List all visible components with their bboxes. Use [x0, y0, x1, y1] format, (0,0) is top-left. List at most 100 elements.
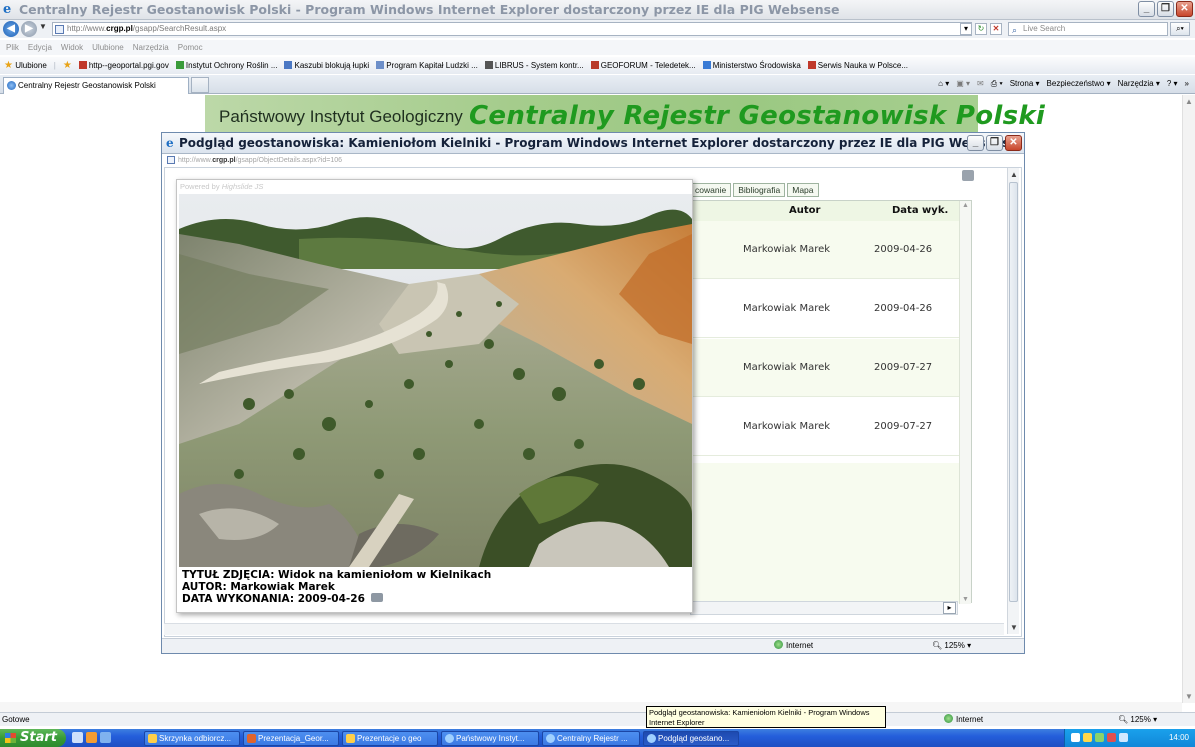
taskbar-item-mail[interactable]: Skrzynka odbiorcz... — [144, 731, 240, 746]
feeds-icon[interactable]: ▣ ▾ — [956, 77, 970, 91]
mail-icon[interactable]: ✉ — [977, 77, 984, 91]
add-favorite-icon[interactable]: ★ — [63, 57, 72, 74]
search-go-button[interactable]: ⌕▾ — [1170, 22, 1190, 36]
table-row[interactable]: Markowiak Marek 2009-04-26 — [691, 221, 959, 279]
strona-menu[interactable]: Strona ▾ — [1010, 77, 1040, 91]
favorite-link-6[interactable]: GEOFORUM - Teledetek... — [590, 57, 696, 74]
favorite-link-3[interactable]: Kaszubi blokują łupki — [284, 57, 369, 74]
address-dropdown-icon[interactable]: ▾ — [960, 23, 972, 35]
zoom-control[interactable]: 🔍︎ 125% ▾ — [1118, 713, 1157, 726]
popup-minimize-button[interactable]: _ — [967, 135, 984, 151]
taskbar-item-crgp[interactable]: Centralny Rejestr ... — [542, 731, 640, 746]
photo-viewer[interactable]: Powered by Highslide JS TYTUŁ ZDJĘCIA: W… — [176, 179, 693, 613]
popup-security-zone[interactable]: Internet — [774, 639, 813, 653]
page-hscroll[interactable] — [0, 702, 1182, 712]
tray-security-icon[interactable] — [1095, 733, 1104, 742]
popup-hscroll[interactable] — [164, 623, 1004, 635]
taskbar-item-pig[interactable]: Państwowy Instyt... — [441, 731, 539, 746]
menu-plik[interactable]: Plik — [6, 40, 19, 55]
minimize-button[interactable]: _ — [1138, 1, 1155, 17]
table-row[interactable]: Markowiak Marek 2009-07-27 — [691, 339, 959, 397]
taskbar-item-presentation-1[interactable]: Prezentacja_Geor... — [243, 731, 339, 746]
taskbar-item-podglad[interactable]: Podgląd geostano... — [643, 731, 739, 746]
header-data[interactable]: Data wyk. — [892, 201, 948, 221]
address-input[interactable]: http://www.crgp.pl/gsapp/SearchResult.as… — [52, 22, 972, 36]
quarry-photo[interactable] — [179, 194, 692, 567]
scroll-down-icon[interactable]: ▼ — [1185, 692, 1193, 701]
clock[interactable]: 14:00 — [1169, 729, 1189, 747]
menu-edycja[interactable]: Edycja — [28, 40, 52, 55]
popup-close-button[interactable]: ✕ — [1005, 135, 1022, 151]
tray-help-icon[interactable] — [1071, 733, 1080, 742]
favorite-link-5[interactable]: LIBRUS - System kontr... — [484, 57, 584, 74]
favorite-link-1[interactable]: http--geoportal.pgi.gov — [78, 57, 169, 74]
quicklaunch-explorer-icon[interactable] — [100, 732, 111, 743]
popup-maximize-button[interactable]: ❐ — [986, 135, 1003, 151]
favorite-link-7[interactable]: Ministerstwo Środowiska — [702, 57, 801, 74]
popup-zoom-control[interactable]: 🔍︎ 125% ▾ — [932, 639, 971, 653]
print-icon[interactable] — [962, 170, 974, 181]
narzedzia-menu[interactable]: Narzędzia ▾ — [1118, 77, 1160, 91]
photo-date: DATA WYKONANIA: 2009-04-26 — [182, 593, 365, 605]
print-icon[interactable]: ⎙ ▾ — [991, 77, 1003, 91]
start-button[interactable]: Start — [0, 729, 66, 747]
table-hscroll[interactable]: ▸ — [690, 601, 958, 615]
menu-narzedzia[interactable]: Narzędzia — [133, 40, 169, 55]
scroll-up-icon[interactable]: ▲ — [1185, 97, 1193, 106]
favorite-link-8[interactable]: Serwis Nauka w Polsce... — [807, 57, 908, 74]
quicklaunch-ie-icon[interactable] — [72, 732, 83, 743]
popup-window: e Podgląd geostanowiska: Kamieniołom Kie… — [161, 132, 1025, 654]
maximize-button[interactable]: ❐ — [1157, 1, 1174, 17]
taskbar: Start Skrzynka odbiorcz... Prezentacja_G… — [0, 729, 1195, 747]
scroll-thumb[interactable] — [1009, 182, 1018, 602]
tab-opracowanie[interactable]: cowanie — [690, 183, 732, 197]
print-icon[interactable] — [370, 593, 383, 602]
tab-crgp[interactable]: Centralny Rejestr Geostanowisk Polski — [3, 77, 189, 94]
table-row[interactable]: Markowiak Marek 2009-04-26 — [691, 280, 959, 338]
quicklaunch-firefox-icon[interactable] — [86, 732, 97, 743]
window-titlebar: e Centralny Rejestr Geostanowisk Polski … — [0, 0, 1195, 20]
menu-bar: Plik Edycja Widok Ulubione Narzędzia Pom… — [0, 40, 1195, 55]
chevron-more-icon[interactable]: » — [1185, 77, 1189, 91]
favorite-link-4[interactable]: Program Kapitał Ludzki ... — [376, 57, 478, 74]
tray-volume-icon[interactable] — [1119, 733, 1128, 742]
security-zone[interactable]: Internet — [944, 713, 983, 726]
popup-titlebar: e Podgląd geostanowiska: Kamieniołom Kie… — [162, 133, 1024, 154]
taskbar-item-folder[interactable]: Prezentacje o geo — [342, 731, 438, 746]
tray-network-icon[interactable] — [1083, 733, 1092, 742]
tab-bibliografia[interactable]: Bibliografia — [733, 183, 786, 197]
favorite-link-2[interactable]: Instytut Ochrony Roślin ... — [175, 57, 277, 74]
bezpieczenstwo-menu[interactable]: Bezpieczeństwo ▾ — [1047, 77, 1111, 91]
ie-logo-icon: e — [166, 136, 174, 150]
scroll-right-icon[interactable]: ▸ — [943, 602, 956, 614]
search-icon: ⌕ — [1012, 25, 1018, 35]
scroll-down-icon[interactable]: ▼ — [962, 596, 969, 603]
page-scrollbar[interactable]: ▲ ▼ — [1182, 95, 1195, 703]
help-icon[interactable]: ? ▾ — [1167, 77, 1178, 91]
popup-scrollbar[interactable]: ▲ ▼ — [1007, 168, 1019, 634]
table-row[interactable]: Markowiak Marek 2009-07-27 — [691, 398, 959, 456]
history-dropdown-icon[interactable]: ▼ — [39, 22, 47, 31]
table-scrollbar[interactable]: ▲ ▼ — [959, 201, 971, 604]
close-button[interactable]: ✕ — [1176, 1, 1193, 17]
menu-pomoc[interactable]: Pomoc — [178, 40, 203, 55]
home-icon[interactable]: ⌂ ▾ — [938, 77, 949, 91]
scroll-up-icon[interactable]: ▲ — [962, 202, 969, 209]
header-autor[interactable]: Autor — [789, 201, 820, 221]
institute-name: Państwowy Instytut Geologiczny — [219, 107, 463, 126]
new-tab-button[interactable] — [191, 77, 209, 93]
tab-mapa[interactable]: Mapa — [787, 183, 819, 197]
table-empty-area — [691, 463, 959, 603]
refresh-icon[interactable]: ↻ — [975, 23, 987, 35]
menu-widok[interactable]: Widok — [61, 40, 83, 55]
tray-antivirus-icon[interactable] — [1107, 733, 1116, 742]
search-input[interactable]: ⌕ Live Search — [1008, 22, 1168, 36]
favorites-button[interactable]: ★ Ulubione — [4, 57, 47, 74]
status-bar: Gotowe Internet 🔍︎ 125% ▾ — [0, 712, 1195, 726]
scroll-down-icon[interactable]: ▼ — [1010, 623, 1018, 632]
stop-icon[interactable]: ✕ — [990, 23, 1002, 35]
scroll-up-icon[interactable]: ▲ — [1010, 170, 1018, 179]
forward-button[interactable]: ▶ — [21, 21, 37, 37]
menu-ulubione[interactable]: Ulubione — [92, 40, 124, 55]
back-button[interactable]: ◀ — [3, 21, 19, 37]
